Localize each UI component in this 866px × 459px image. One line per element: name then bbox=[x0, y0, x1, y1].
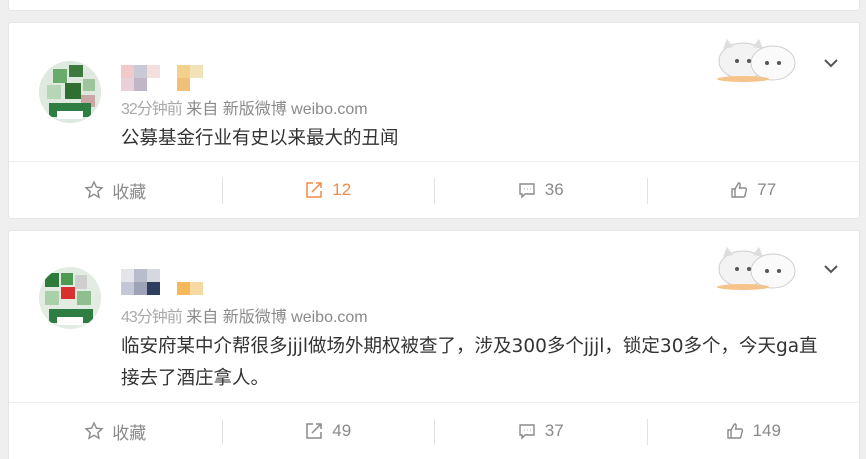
comment-button[interactable]: 37 bbox=[434, 403, 647, 459]
share-arrow-icon bbox=[306, 423, 323, 439]
star-outline-icon bbox=[84, 421, 104, 440]
avatar[interactable] bbox=[39, 267, 101, 329]
action-bar: 收藏 49 37 149 bbox=[9, 403, 859, 459]
action-bar: 收藏 12 36 77 bbox=[9, 162, 859, 218]
thumbs-up-icon bbox=[726, 423, 743, 439]
post-source[interactable]: 来自 新版微博 weibo.com bbox=[186, 101, 367, 118]
previous-post-card-bottom bbox=[8, 0, 860, 11]
repost-button[interactable]: 49 bbox=[221, 403, 435, 459]
like-button[interactable]: 77 bbox=[646, 162, 860, 218]
post-meta: 43分钟前 来自 新版微博 weibo.com bbox=[121, 303, 368, 327]
comment-button[interactable]: 36 bbox=[434, 162, 647, 218]
comment-bubble-icon bbox=[519, 183, 535, 199]
favorite-button[interactable]: 收藏 bbox=[9, 403, 222, 459]
post-content: 公募基金行业有史以来最大的丑闻 bbox=[121, 128, 399, 149]
chevron-down-icon[interactable] bbox=[821, 53, 841, 73]
post-meta: 32分钟前 来自 新版微博 weibo.com bbox=[121, 95, 368, 119]
cat-sticker-icon bbox=[717, 247, 796, 290]
post-source[interactable]: 来自 新版微博 weibo.com bbox=[186, 309, 367, 326]
repost-button[interactable]: 12 bbox=[221, 162, 435, 218]
avatar[interactable] bbox=[39, 61, 101, 123]
post-time[interactable]: 32分钟前 bbox=[121, 101, 183, 118]
like-button[interactable]: 149 bbox=[646, 403, 860, 459]
post-content: 临安府某中介帮很多jjjl做场外期权被查了，涉及300多个jjjl，锁定30多个… bbox=[121, 336, 818, 389]
username-blurred[interactable] bbox=[121, 65, 211, 91]
weibo-post-card: 43分钟前 来自 新版微博 weibo.com 临安府某中介帮很多jjjl做场外… bbox=[8, 230, 860, 459]
chevron-down-icon[interactable] bbox=[821, 259, 841, 279]
share-arrow-icon bbox=[306, 182, 323, 198]
post-time[interactable]: 43分钟前 bbox=[121, 309, 183, 326]
comment-bubble-icon bbox=[519, 424, 535, 440]
thumbs-up-icon bbox=[731, 182, 748, 198]
star-outline-icon bbox=[84, 180, 104, 199]
cat-sticker-icon bbox=[717, 39, 796, 82]
username-blurred[interactable] bbox=[121, 269, 211, 295]
weibo-post-card: 32分钟前 来自 新版微博 weibo.com 公募基金行业有史以来最大的丑闻 … bbox=[8, 22, 860, 219]
favorite-button[interactable]: 收藏 bbox=[9, 162, 222, 218]
